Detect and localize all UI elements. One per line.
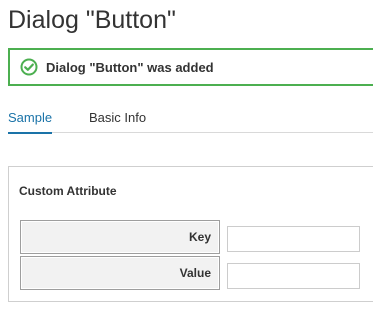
key-input[interactable] <box>227 226 360 252</box>
tab-bar: Sample Basic Info <box>8 106 373 134</box>
alert-message: Dialog "Button" was added <box>46 59 214 75</box>
success-alert: Dialog "Button" was added <box>8 48 373 86</box>
key-row: Key <box>20 220 361 254</box>
value-input[interactable] <box>227 263 360 289</box>
tab-basic-info[interactable]: Basic Info <box>89 110 146 125</box>
check-circle-icon <box>20 58 38 76</box>
value-label: Value <box>20 256 220 290</box>
page-title: Dialog "Button" <box>8 6 176 34</box>
panel-title: Custom Attribute <box>19 184 117 198</box>
key-label: Key <box>20 220 220 254</box>
custom-attribute-panel: Custom Attribute Key Value <box>8 166 373 302</box>
page: Dialog "Button" Dialog "Button" was adde… <box>0 0 373 309</box>
tab-sample[interactable]: Sample <box>8 110 53 134</box>
value-row: Value <box>20 256 361 290</box>
